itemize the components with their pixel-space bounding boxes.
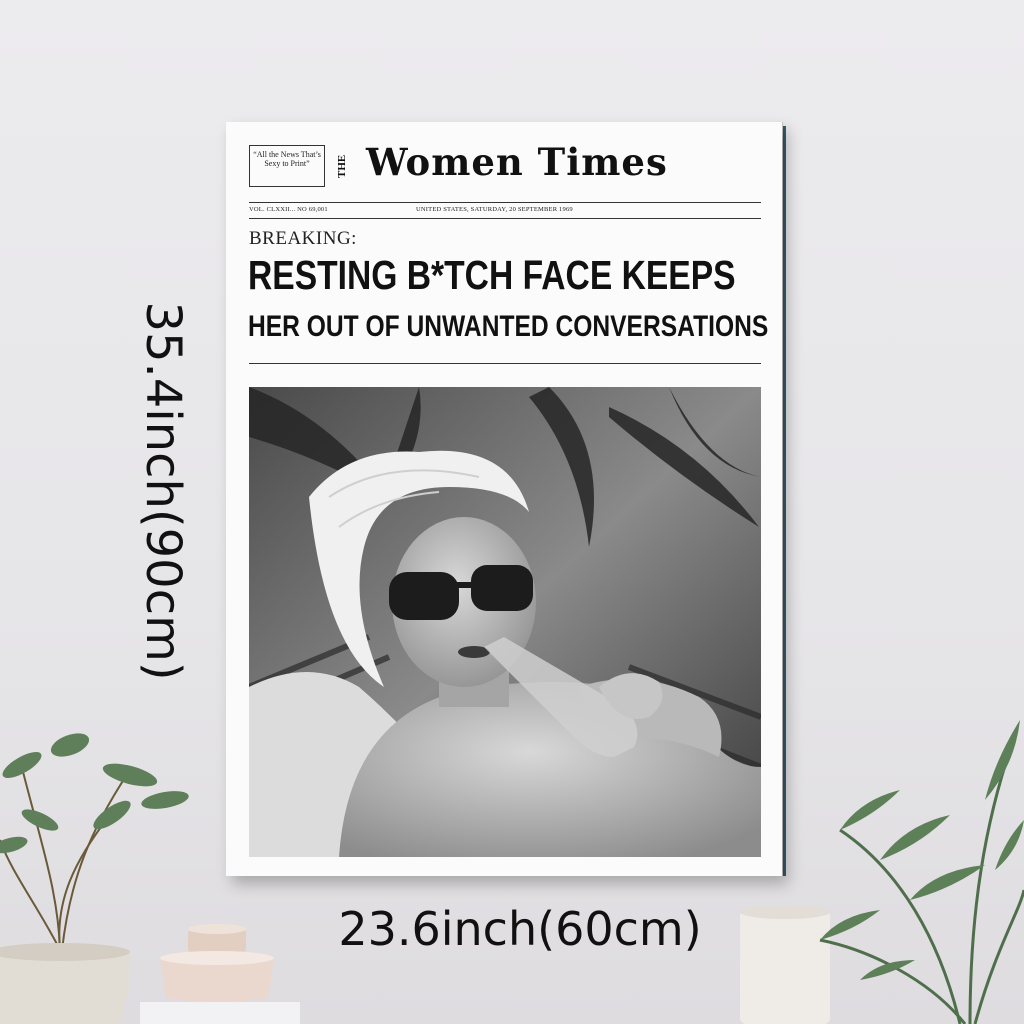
masthead-title: Women Times <box>366 140 668 184</box>
headline-line-2: HER OUT OF UNWANTED CONVERSATIONS <box>248 310 769 343</box>
height-dimension-label: 35.4inch(90cm) <box>135 301 191 681</box>
issue-date: UNITED STATES, SATURDAY, 20 SEPTEMBER 19… <box>416 206 573 213</box>
breaking-kicker: BREAKING: <box>249 228 357 249</box>
headline-rule <box>249 363 761 364</box>
newspaper-poster: “All the News That’s Sexy to Print” THE … <box>226 122 782 876</box>
masthead-prefix: THE <box>336 154 348 178</box>
masthead-rule-top <box>249 202 761 203</box>
headline-line-1: RESTING B*TCH FACE KEEPS <box>248 252 736 298</box>
motto-box: “All the News That’s Sexy to Print” <box>249 145 325 187</box>
product-scene: “All the News That’s Sexy to Print” THE … <box>0 0 1024 1024</box>
masthead-rule-bottom <box>249 218 761 219</box>
issue-number: VOL. CLXXII... NO 69,001 <box>249 206 328 213</box>
woman-with-towel-photo <box>249 387 761 857</box>
ceramic-bowls-decor <box>140 924 300 1024</box>
width-dimension-label: 23.6inch(60cm) <box>338 902 702 956</box>
